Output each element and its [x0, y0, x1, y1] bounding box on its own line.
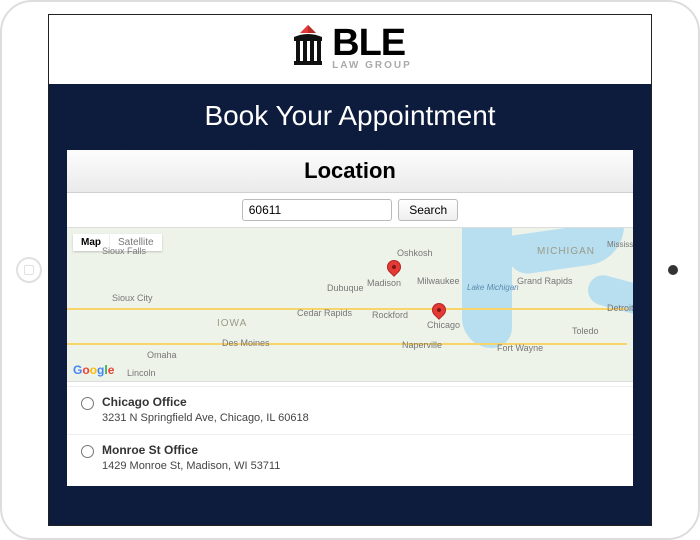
logo-column-icon — [288, 23, 328, 74]
map-pin-icon[interactable] — [384, 257, 404, 277]
app-body: Location Search Map Satellite IOWA — [49, 150, 651, 526]
location-name: Chicago Office — [102, 395, 187, 409]
city-label: Madison — [367, 278, 401, 288]
app-screen: BLE LAW GROUP Book Your Appointment Loca… — [48, 14, 652, 526]
city-label: Oshkosh — [397, 248, 433, 258]
location-radio[interactable] — [81, 445, 94, 458]
city-label: Milwaukee — [417, 276, 460, 286]
location-address: 1429 Monroe St, Madison, WI 53711 — [102, 460, 619, 472]
location-name: Monroe St Office — [102, 443, 198, 457]
location-radio[interactable] — [81, 397, 94, 410]
logo-subtitle: LAW GROUP — [332, 60, 412, 71]
logo-area: BLE LAW GROUP — [49, 15, 651, 84]
city-label: Grand Rapids — [517, 276, 573, 286]
location-option[interactable]: Chicago Office — [81, 395, 619, 410]
lake-label: Lake Michigan — [467, 283, 519, 292]
city-label: Chicago — [427, 320, 460, 330]
city-label: Dubuque — [327, 283, 364, 293]
home-button[interactable] — [16, 257, 42, 283]
city-label: Cedar Rapids — [297, 308, 352, 318]
location-list: Chicago Office 3231 N Springfield Ave, C… — [67, 382, 633, 486]
logo: BLE LAW GROUP — [288, 23, 412, 74]
page-title: Book Your Appointment — [204, 100, 495, 131]
map[interactable]: Map Satellite IOWA MICHIGAN Sioux Falls … — [67, 227, 633, 382]
search-row: Search — [67, 193, 633, 227]
city-label: Mississauga — [607, 240, 633, 249]
city-label: Sioux City — [112, 293, 153, 303]
city-label: Rockford — [372, 310, 408, 320]
location-address: 3231 N Springfield Ave, Chicago, IL 6061… — [102, 412, 619, 424]
state-label-michigan: MICHIGAN — [537, 246, 595, 257]
location-item: Monroe St Office 1429 Monroe St, Madison… — [67, 434, 633, 482]
city-label: Toledo — [572, 326, 599, 336]
location-item: Chicago Office 3231 N Springfield Ave, C… — [67, 386, 633, 434]
search-button[interactable]: Search — [398, 199, 458, 221]
city-label: Des Moines — [222, 338, 270, 348]
logo-brand: BLE — [332, 26, 405, 60]
city-label: Sioux Falls — [102, 246, 146, 256]
map-pin-icon[interactable] — [429, 300, 449, 320]
page-title-banner: Book Your Appointment — [49, 84, 651, 150]
city-label: Naperville — [402, 340, 442, 350]
location-option[interactable]: Monroe St Office — [81, 443, 619, 458]
state-label-iowa: IOWA — [217, 318, 247, 329]
location-panel: Location Search Map Satellite IOWA — [67, 150, 633, 486]
lake-erie-shape — [585, 272, 633, 324]
camera-dot — [668, 265, 678, 275]
search-input[interactable] — [242, 199, 392, 221]
panel-header: Location — [67, 150, 633, 193]
google-attribution: Google — [73, 363, 114, 377]
city-label: Lincoln — [127, 368, 156, 378]
city-label: Omaha — [147, 350, 177, 360]
city-label: Detroit — [607, 303, 633, 313]
city-label: Fort Wayne — [497, 343, 543, 353]
tablet-frame: BLE LAW GROUP Book Your Appointment Loca… — [0, 0, 700, 540]
